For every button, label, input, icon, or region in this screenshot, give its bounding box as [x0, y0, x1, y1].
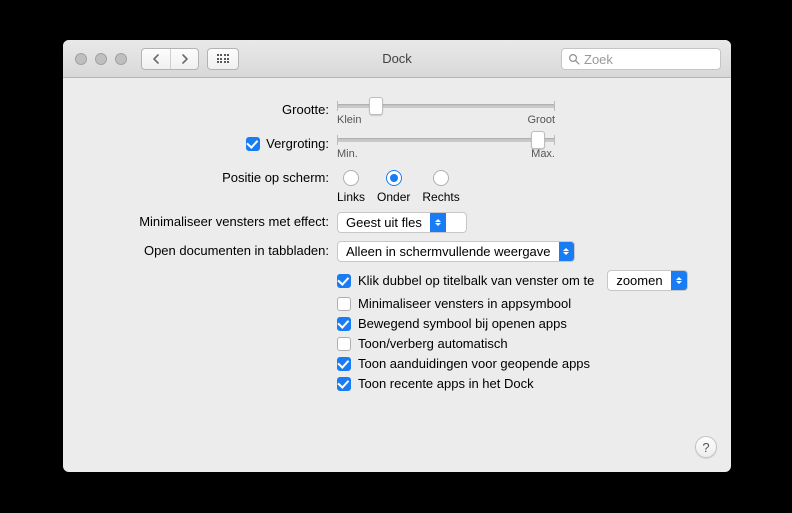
- size-max-label: Groot: [527, 114, 555, 126]
- content: Grootte: Klein Groot Vergro: [63, 78, 731, 414]
- position-left-label: Links: [337, 190, 365, 204]
- position-left-radio[interactable]: [343, 170, 359, 186]
- titlebar: Dock: [63, 40, 731, 78]
- minimize-effect-value: Geest uit fles: [338, 215, 430, 230]
- doubleclick-label: Klik dubbel op titelbalk van venster om …: [358, 273, 594, 288]
- position-right-label: Rechts: [422, 190, 459, 204]
- doubleclick-action-value: zoomen: [608, 273, 670, 288]
- window-controls: [63, 53, 127, 65]
- grid-icon: [217, 54, 230, 63]
- animate-opening-checkbox[interactable]: [337, 317, 351, 331]
- updown-icon: [430, 213, 446, 232]
- position-bottom-label: Onder: [377, 190, 410, 204]
- updown-icon: [559, 242, 574, 261]
- magnification-checkbox[interactable]: [246, 137, 260, 151]
- forward-button[interactable]: [170, 49, 198, 69]
- minimize-window-button[interactable]: [95, 53, 107, 65]
- open-tabs-label: Open documenten in tabbladen:: [144, 243, 329, 258]
- doubleclick-checkbox[interactable]: [337, 274, 351, 288]
- animate-opening-label: Bewegend symbool bij openen apps: [358, 316, 567, 331]
- recents-checkbox[interactable]: [337, 377, 351, 391]
- preferences-window: Dock Grootte: Klein Groot: [63, 40, 731, 472]
- search-input[interactable]: [584, 52, 714, 67]
- search-icon: [568, 53, 580, 65]
- minimize-effect-label: Minimaliseer vensters met effect:: [139, 214, 329, 229]
- help-icon: ?: [702, 440, 709, 455]
- minimize-effect-select[interactable]: Geest uit fles: [337, 212, 467, 233]
- open-tabs-value: Alleen in schermvullende weergave: [338, 244, 559, 259]
- updown-icon: [671, 271, 687, 290]
- back-button[interactable]: [142, 49, 170, 69]
- autohide-checkbox[interactable]: [337, 337, 351, 351]
- magnification-min-label: Min.: [337, 148, 358, 160]
- nav-back-forward: [141, 48, 199, 70]
- position-label: Positie op scherm:: [222, 170, 329, 185]
- size-slider[interactable]: Klein Groot: [337, 100, 555, 126]
- position-right-radio[interactable]: [433, 170, 449, 186]
- minimize-into-icon-label: Minimaliseer vensters in appsymbool: [358, 296, 571, 311]
- position-bottom-radio[interactable]: [386, 170, 402, 186]
- size-label: Grootte:: [282, 102, 329, 117]
- close-window-button[interactable]: [75, 53, 87, 65]
- indicators-checkbox[interactable]: [337, 357, 351, 371]
- search-field[interactable]: [561, 48, 721, 70]
- position-radios: Links Onder Rechts: [337, 170, 707, 204]
- help-button[interactable]: ?: [695, 436, 717, 458]
- size-min-label: Klein: [337, 114, 361, 126]
- open-tabs-select[interactable]: Alleen in schermvullende weergave: [337, 241, 575, 262]
- magnification-label: Vergroting:: [266, 136, 329, 151]
- magnification-slider[interactable]: Min. Max.: [337, 134, 555, 160]
- magnification-slider-thumb[interactable]: [531, 131, 545, 149]
- recents-label: Toon recente apps in het Dock: [358, 376, 534, 391]
- indicators-label: Toon aanduidingen voor geopende apps: [358, 356, 590, 371]
- autohide-label: Toon/verberg automatisch: [358, 336, 508, 351]
- size-slider-thumb[interactable]: [369, 97, 383, 115]
- chevron-right-icon: [181, 54, 189, 64]
- show-all-button[interactable]: [207, 48, 239, 70]
- options-list: Klik dubbel op titelbalk van venster om …: [337, 270, 707, 391]
- zoom-window-button[interactable]: [115, 53, 127, 65]
- magnification-max-label: Max.: [531, 148, 555, 160]
- doubleclick-action-select[interactable]: zoomen: [607, 270, 687, 291]
- minimize-into-icon-checkbox[interactable]: [337, 297, 351, 311]
- chevron-left-icon: [152, 54, 160, 64]
